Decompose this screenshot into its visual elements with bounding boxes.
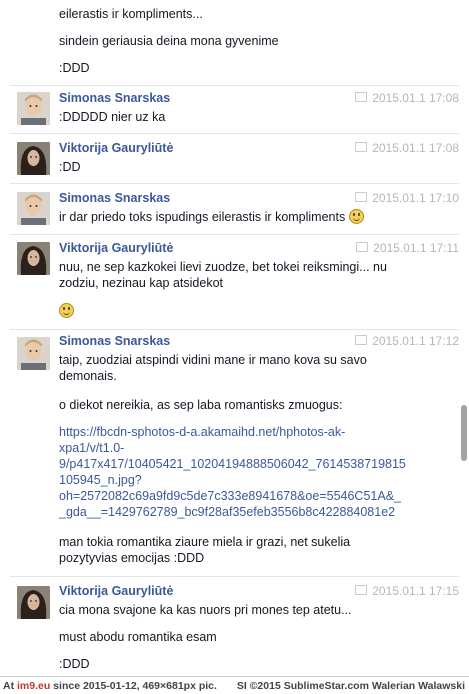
message-sticker: [59, 303, 459, 319]
message-text: :DDDDD nier uz ka: [59, 110, 166, 124]
message-timestamp: 2015.01.1 17:10: [355, 191, 459, 205]
message-text: :DDD: [59, 657, 90, 671]
watermark-footer: At im9.eu since 2015-01-12, 469×681px pi…: [0, 676, 469, 694]
message-text: taip, zuodziai atspindi vidini mane ir m…: [59, 353, 367, 383]
avatar-simonas[interactable]: [17, 337, 50, 370]
message-thread: eilerastis ir kompliments... sindein ger…: [0, 0, 469, 676]
message-timestamp: 2015.01.1 17:11: [356, 241, 459, 255]
avatar-simonas[interactable]: [17, 92, 50, 125]
message-timestamp: 2015.01.1 17:08: [355, 141, 459, 155]
message-timestamp: 2015.01.1 17:12: [355, 334, 459, 348]
author-name[interactable]: Simonas Snarskas: [59, 91, 170, 105]
smiley-icon: [348, 209, 364, 224]
message-text: ir dar priedo toks ispudings eilerastis …: [59, 209, 459, 225]
author-name[interactable]: Viktorija Gauryliūtė: [59, 584, 173, 598]
chat-bubble-icon: [355, 585, 368, 595]
message-text: o diekot nereikia, as sep laba romantisk…: [59, 398, 343, 412]
divider: [10, 133, 459, 134]
message-link[interactable]: https://fbcdn-sphotos-d-a.akamaihd.net/h…: [59, 424, 459, 520]
message-text: nuu, ne sep kazkokei lievi zuodze, bet t…: [59, 260, 387, 290]
author-name[interactable]: Simonas Snarskas: [59, 191, 170, 205]
message-text: :DDD: [59, 61, 90, 75]
divider: [10, 576, 459, 577]
author-name[interactable]: Simonas Snarskas: [59, 334, 170, 348]
divider: [10, 234, 459, 235]
message-text: sindein geriausia deina mona gyvenime: [59, 34, 279, 48]
avatar-viktorija[interactable]: [17, 142, 50, 175]
avatar-viktorija[interactable]: [17, 242, 50, 275]
chat-bubble-icon: [355, 192, 368, 202]
scrollbar[interactable]: [461, 405, 467, 461]
message-text: man tokia romantika ziaure miela ir graz…: [59, 535, 351, 565]
footer-left: At im9.eu since 2015-01-12, 469×681px pi…: [3, 680, 217, 692]
chat-bubble-icon: [355, 335, 368, 345]
chat-bubble-icon: [355, 142, 368, 152]
author-name[interactable]: Viktorija Gauryliūtė: [59, 141, 173, 155]
message-text: :DD: [59, 160, 81, 174]
divider: [10, 85, 459, 86]
message-text: cia mona svajone ka kas nuors pri mones …: [59, 603, 352, 617]
chat-bubble-icon: [355, 92, 368, 102]
chat-bubble-icon: [356, 242, 369, 252]
smiley-icon: [59, 303, 74, 318]
author-name[interactable]: Viktorija Gauryliūtė: [59, 241, 173, 255]
avatar-viktorija[interactable]: [17, 586, 50, 619]
footer-right: SI ©2015 SublimeStar.com Walerian Walaws…: [236, 680, 465, 692]
message-text: eilerastis ir kompliments...: [59, 7, 203, 21]
message-text: must abodu romantika esam: [59, 630, 217, 644]
divider: [10, 329, 459, 330]
divider: [10, 183, 459, 184]
message-timestamp: 2015.01.1 17:15: [355, 584, 459, 598]
avatar-simonas[interactable]: [17, 192, 50, 225]
message-timestamp: 2015.01.1 17:08: [355, 91, 459, 105]
